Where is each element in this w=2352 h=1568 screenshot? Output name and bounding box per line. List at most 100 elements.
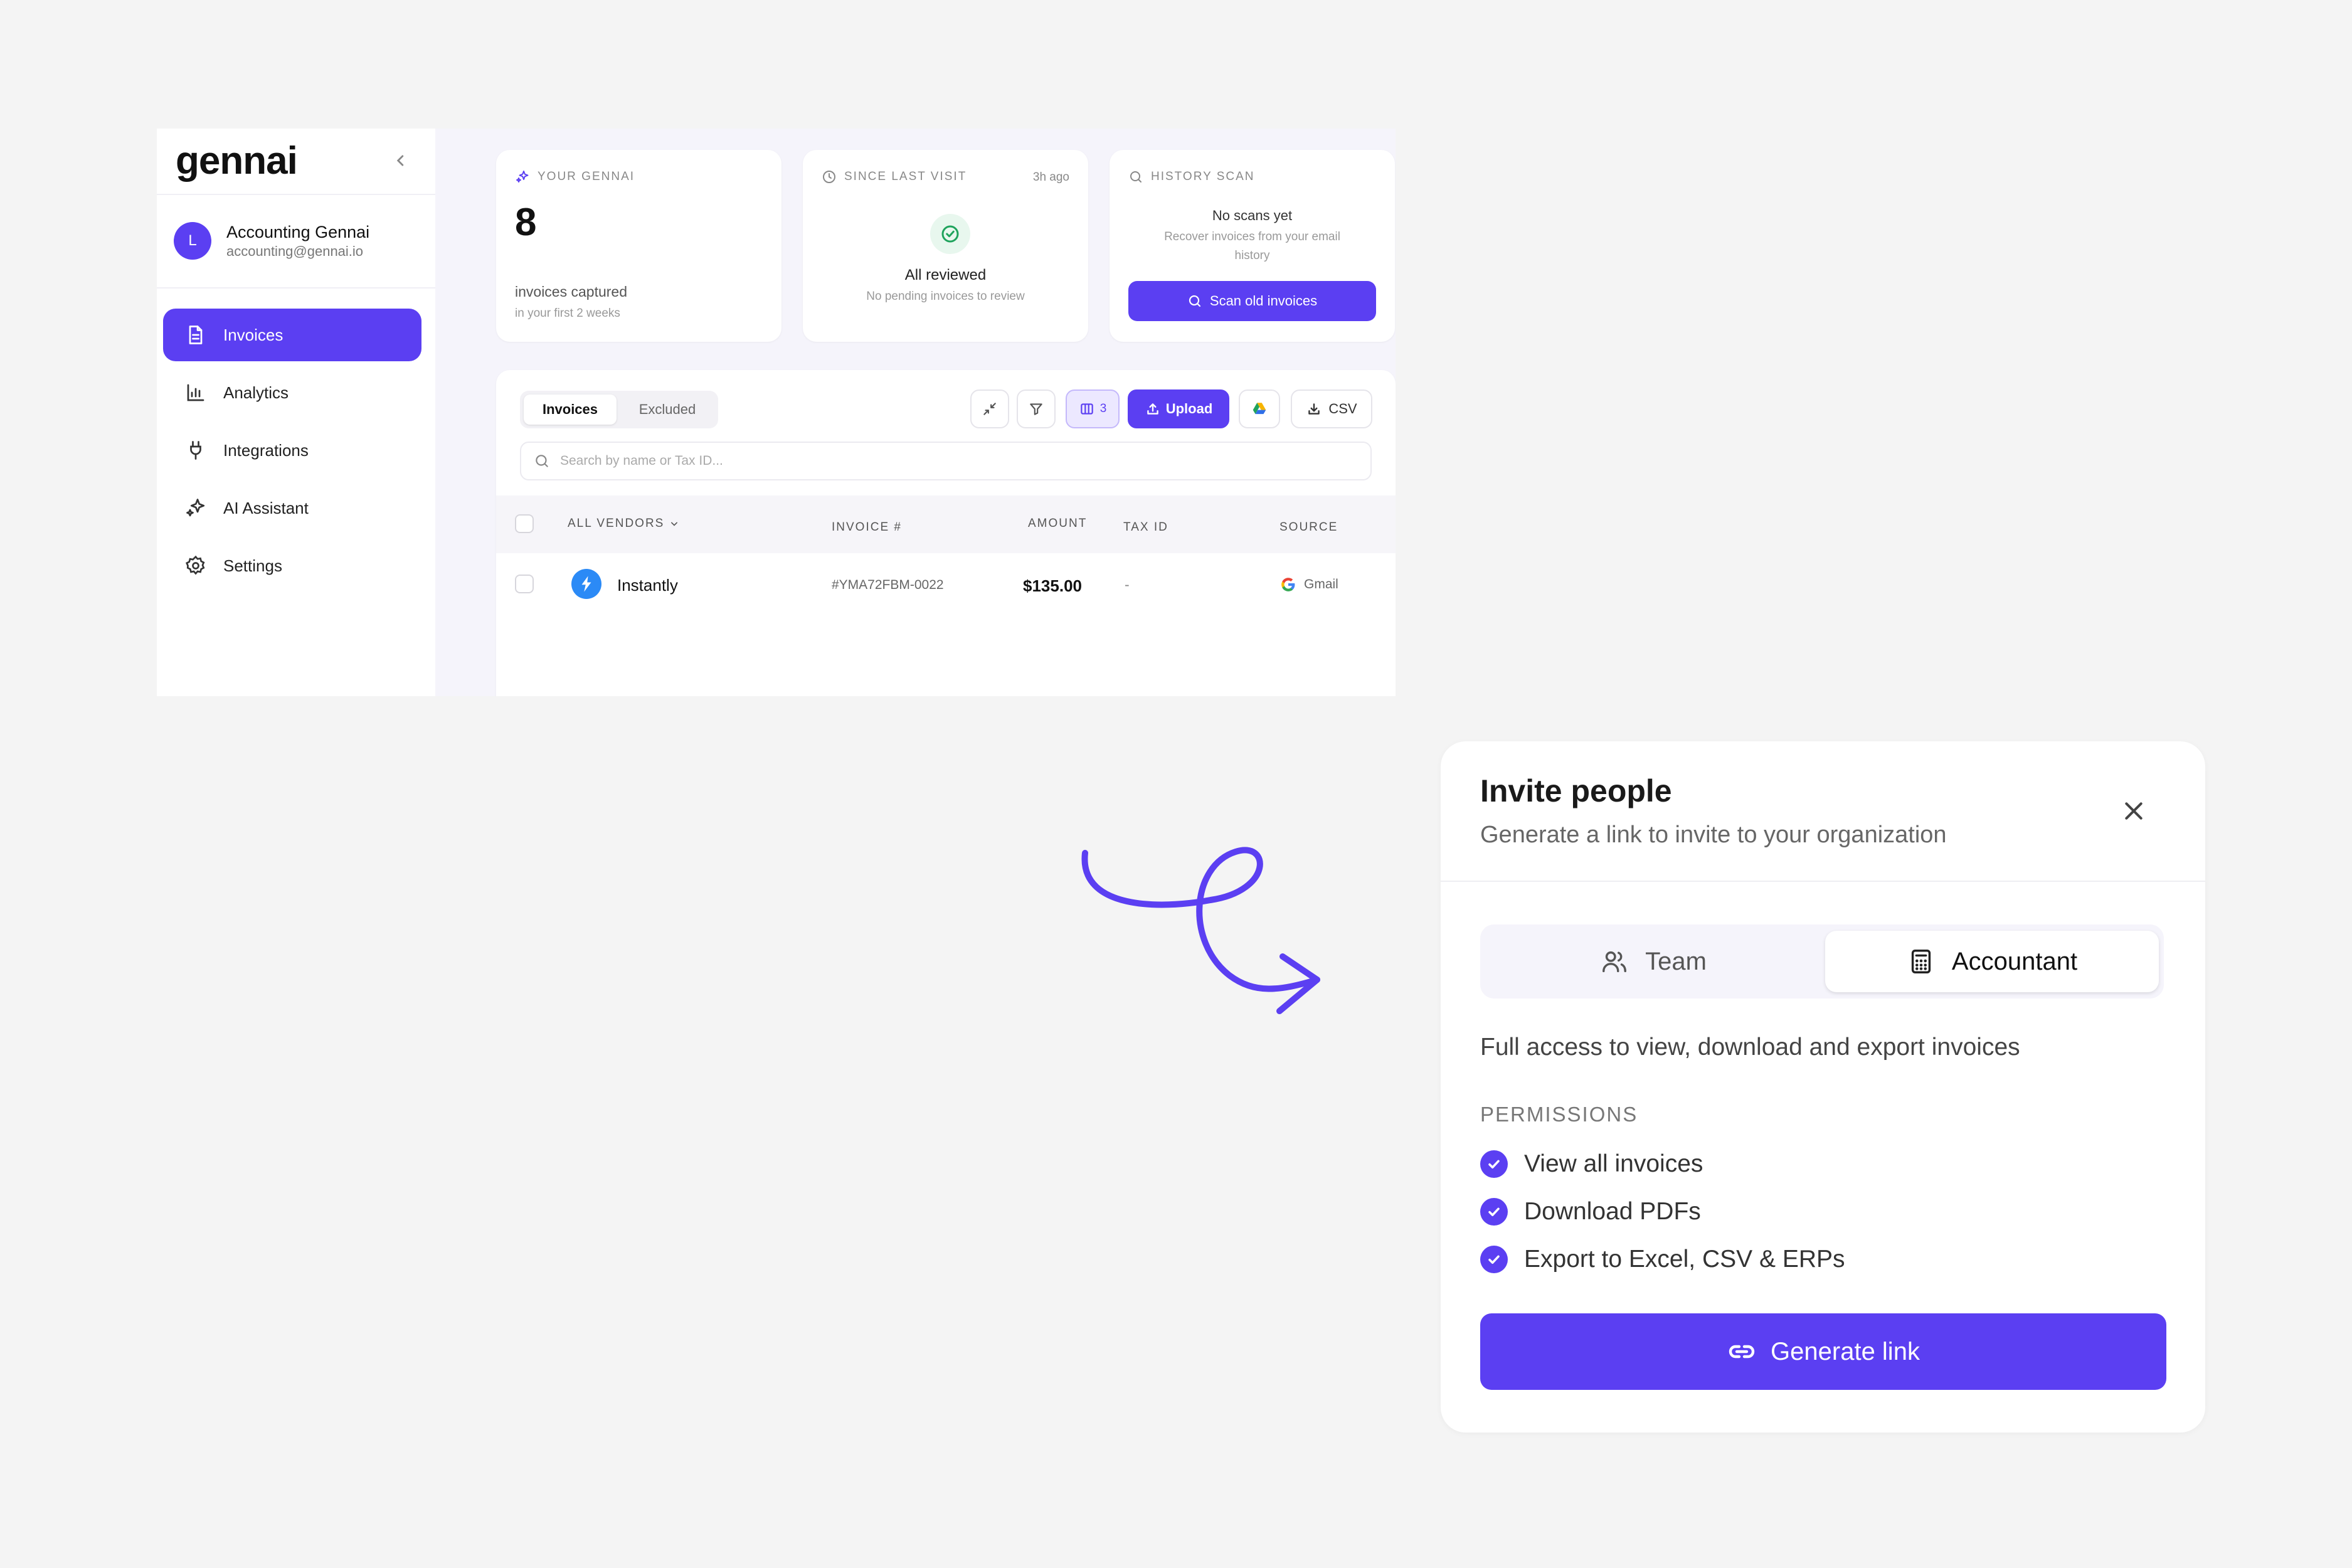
check-circle-icon — [930, 214, 970, 254]
chevron-down-icon — [671, 522, 678, 526]
curly-arrow-icon — [1081, 847, 1320, 1014]
column-header-tax-id: TAX ID — [1123, 521, 1168, 534]
users-icon — [1602, 951, 1627, 973]
invoice-count: 8 — [515, 201, 537, 244]
sidebar-item-label: Settings — [223, 556, 282, 575]
invoice-amount: $135.00 — [1023, 576, 1082, 595]
select-all-checkbox[interactable] — [515, 514, 534, 533]
search-icon — [1189, 295, 1200, 307]
permission-item: View all invoices — [1480, 1150, 1703, 1178]
link-icon — [1729, 1345, 1755, 1359]
sidebar-item-invoices[interactable]: Invoices — [163, 309, 421, 361]
permissions-heading: PERMISSIONS — [1480, 1103, 1638, 1126]
sparkles-icon — [516, 171, 529, 183]
sidebar-item-label: AI Assistant — [223, 498, 309, 517]
calculator-icon — [1911, 950, 1931, 973]
tab-label: Team — [1645, 947, 1707, 975]
column-header-amount: AMOUNT — [1028, 517, 1088, 530]
row-checkbox[interactable] — [515, 575, 534, 593]
stat-caption: invoices captured — [515, 283, 627, 300]
sidebar-item-ai-assistant[interactable]: AI Assistant — [163, 482, 421, 534]
checkmark-icon — [1480, 1246, 1508, 1273]
sparkles-icon — [186, 499, 205, 517]
avatar: L — [174, 222, 211, 260]
user-email: accounting@gennai.io — [226, 243, 364, 259]
sidebar-item-label: Integrations — [223, 440, 309, 460]
sidebar-item-settings[interactable]: Settings — [163, 539, 421, 592]
scan-status: No scans yet — [1212, 208, 1293, 223]
close-icon[interactable] — [2121, 798, 2146, 824]
tab-accountant[interactable]: Accountant — [1825, 931, 2159, 992]
upload-icon — [1147, 403, 1158, 415]
user-name: Accounting Gennai — [226, 223, 370, 241]
last-visit-time: 3h ago — [1032, 171, 1069, 184]
sidebar-nav: Invoices Analytics Integrations AI Assis… — [163, 309, 421, 597]
export-csv-button[interactable]: CSV — [1291, 389, 1372, 428]
stat-subcaption: in your first 2 weeks — [515, 307, 620, 320]
generate-link-button[interactable]: Generate link — [1480, 1313, 2166, 1390]
sidebar-item-integrations[interactable]: Integrations — [163, 424, 421, 477]
generate-link-label: Generate link — [1771, 1337, 1920, 1365]
permission-label: Export to Excel, CSV & ERPs — [1524, 1246, 1845, 1273]
modal-subtitle: Generate a link to invite to your organi… — [1480, 822, 1947, 848]
sidebar-divider — [157, 287, 435, 289]
collapse-rows-button[interactable] — [970, 389, 1009, 428]
stat-card-history-scan: HISTORY SCAN No scans yet Recover invoic… — [1110, 150, 1395, 342]
tab-team[interactable]: Team — [1486, 931, 1820, 992]
sidebar-item-label: Analytics — [223, 383, 289, 402]
modal-title: Invite people — [1480, 773, 1672, 808]
scan-detail: Recover invoices from your email — [1164, 230, 1340, 243]
invoice-source: Gmail — [1280, 576, 1338, 593]
scan-button-label: Scan old invoices — [1209, 293, 1318, 309]
scan-old-invoices-button[interactable]: Scan old invoices — [1128, 281, 1376, 321]
stat-title: HISTORY SCAN — [1151, 170, 1255, 183]
columns-icon — [1080, 403, 1093, 415]
table-header: ALL VENDORS INVOICE # AMOUNT TAX ID SOUR… — [496, 495, 1396, 553]
columns-count: 3 — [1099, 402, 1107, 415]
upload-label: Upload — [1165, 401, 1213, 416]
minimize-icon — [983, 403, 996, 415]
google-drive-button[interactable] — [1239, 389, 1280, 428]
stat-title: YOUR GENNAI — [538, 170, 635, 183]
permission-label: View all invoices — [1524, 1150, 1703, 1177]
modal-divider — [1441, 881, 2205, 882]
checkmark-icon — [1480, 1198, 1508, 1226]
search-icon — [1130, 171, 1142, 183]
vendor-name: Instantly — [617, 576, 678, 595]
vendor-logo-icon — [571, 569, 601, 599]
download-icon — [1308, 403, 1320, 415]
scan-detail: history — [1234, 249, 1270, 262]
tab-excluded[interactable]: Excluded — [620, 395, 714, 425]
document-icon — [189, 326, 203, 344]
gear-icon — [186, 555, 205, 575]
permission-label: Download PDFs — [1524, 1198, 1701, 1225]
filter-icon — [1030, 403, 1042, 415]
stat-title: SINCE LAST VISIT — [844, 170, 967, 183]
search-input[interactable]: Search by name or Tax ID... — [520, 442, 1372, 480]
invoices-panel: Invoices Excluded 3 Upload CSV Search by… — [496, 370, 1396, 696]
clock-icon — [823, 171, 835, 183]
tab-label: Accountant — [1951, 947, 2078, 975]
user-profile[interactable]: L Accounting Gennai accounting@gennai.io — [174, 221, 369, 260]
invoice-number: #YMA72FBM-0022 — [832, 578, 944, 592]
stat-card-since-last-visit: SINCE LAST VISIT 3h ago All reviewed No … — [803, 150, 1088, 342]
bar-chart-icon — [187, 384, 204, 401]
columns-button[interactable]: 3 — [1066, 389, 1120, 428]
search-icon — [536, 455, 548, 467]
filter-button[interactable] — [1017, 389, 1056, 428]
role-selector: Team Accountant — [1480, 924, 2164, 999]
permission-item: Download PDFs — [1480, 1198, 1701, 1226]
plug-icon — [190, 441, 201, 460]
column-header-source: SOURCE — [1279, 521, 1338, 534]
upload-button[interactable]: Upload — [1128, 389, 1229, 428]
review-detail: No pending invoices to review — [866, 290, 1025, 303]
stat-card-your-gennai: YOUR GENNAI 8 invoices captured in your … — [496, 150, 781, 342]
collapse-sidebar-icon[interactable] — [390, 150, 411, 171]
checkmark-icon — [1480, 1150, 1508, 1178]
brand-logo: gennai — [176, 139, 298, 183]
tab-invoices[interactable]: Invoices — [524, 395, 617, 425]
vendor-filter[interactable]: ALL VENDORS — [568, 517, 681, 531]
sidebar-item-analytics[interactable]: Analytics — [163, 366, 421, 419]
sidebar: gennai L Accounting Gennai accounting@ge… — [157, 129, 435, 696]
tax-id: - — [1125, 576, 1130, 593]
